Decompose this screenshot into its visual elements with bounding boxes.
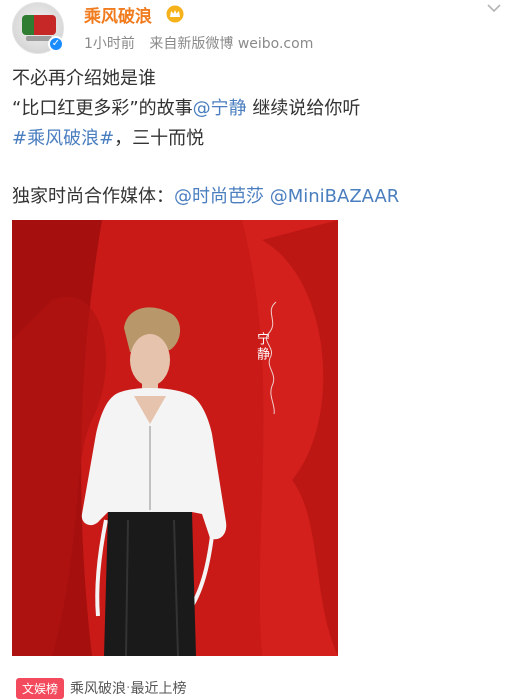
post-time: 1小时前 <box>84 36 135 52</box>
post-meta: 1小时前 来自新版微博 weibo.com <box>84 33 323 53</box>
mention-link-bazaar[interactable]: @时尚芭莎 <box>174 186 264 207</box>
chevron-down-icon[interactable] <box>486 2 502 14</box>
rank-status: 最近上榜 <box>130 681 187 697</box>
mention-link-minibazaar[interactable]: @MiniBAZAAR <box>270 186 400 207</box>
verified-icon: ✓ <box>48 36 64 52</box>
post-line-4-text: 独家时尚合作媒体： <box>12 186 174 207</box>
signature-scribble <box>266 301 277 415</box>
username[interactable]: 乘风破浪 <box>84 2 152 27</box>
rank-bar[interactable]: 文娱榜 乘风破浪 · 最近上榜 <box>16 676 186 700</box>
post-image[interactable]: 宁静 <box>12 220 338 656</box>
post-image-art <box>12 220 338 656</box>
rank-tag: 文娱榜 <box>16 677 65 699</box>
mention-link[interactable]: @宁静 <box>193 98 247 119</box>
post-line-1: 不必再介绍她是谁 <box>12 68 156 89</box>
post-line-2-tail: 继续说给你听 <box>246 98 361 119</box>
hashtag-link[interactable]: #乘风破浪# <box>12 128 114 149</box>
post-line-4: 独家时尚合作媒体：@时尚芭莎 @MiniBAZAAR <box>12 182 502 212</box>
rank-topic: 乘风破浪 <box>70 681 127 697</box>
crown-icon <box>166 5 184 23</box>
logo-mark <box>22 15 56 35</box>
post-line-3-tail: ，三十而悦 <box>114 128 205 149</box>
post-text: 不必再介绍她是谁 “比口红更多彩”的故事@宁静 继续说给你听 #乘风破浪#，三十… <box>12 64 502 212</box>
post-line-3: #乘风破浪#，三十而悦 <box>12 124 502 154</box>
post-line-2: “比口红更多彩”的故事@宁静 继续说给你听 <box>12 94 502 124</box>
post-source: 来自新版微博 weibo.com <box>149 36 314 52</box>
post-line-2-text: “比口红更多彩”的故事 <box>12 98 193 119</box>
